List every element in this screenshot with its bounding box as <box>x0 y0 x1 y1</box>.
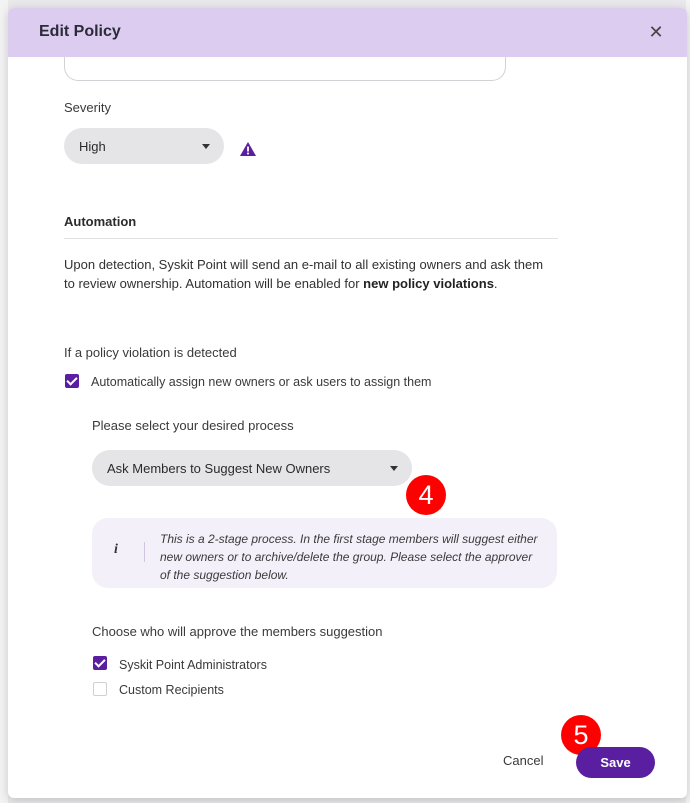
approver-label: Choose who will approve the members sugg… <box>92 624 383 639</box>
approver-checkbox-admins[interactable] <box>93 656 107 670</box>
process-value: Ask Members to Suggest New Owners <box>107 461 331 476</box>
cancel-button[interactable]: Cancel <box>503 753 543 768</box>
violation-label: If a policy violation is detected <box>64 345 237 360</box>
dialog-header: Edit Policy ✕ <box>8 8 687 57</box>
description-bold-text: new policy violations <box>363 276 494 291</box>
approver-label-admins: Syskit Point Administrators <box>119 658 267 672</box>
description-end: . <box>493 276 498 291</box>
severity-label: Severity <box>64 100 111 115</box>
severity-value: High <box>79 139 106 154</box>
info-box: i This is a 2-stage process. In the firs… <box>92 518 557 588</box>
auto-assign-label: Automatically assign new owners or ask u… <box>91 375 432 389</box>
close-icon[interactable]: ✕ <box>647 23 665 41</box>
background-page-left <box>0 0 8 803</box>
chevron-down-icon <box>202 144 210 149</box>
auto-assign-checkbox[interactable] <box>65 374 79 388</box>
info-text: This is a 2-stage process. In the first … <box>160 532 538 582</box>
previous-input-field[interactable] <box>64 57 506 81</box>
chevron-down-icon <box>390 466 398 471</box>
approver-label-custom: Custom Recipients <box>119 683 224 697</box>
info-separator <box>144 542 145 562</box>
automation-title: Automation <box>64 214 137 229</box>
dialog-title: Edit Policy <box>39 23 121 40</box>
process-select[interactable]: Ask Members to Suggest New Owners <box>92 450 412 486</box>
severity-select[interactable]: High <box>64 128 224 164</box>
step-4-annotation: 4 <box>406 475 446 515</box>
section-divider <box>64 238 558 239</box>
warning-icon <box>240 142 256 156</box>
edit-policy-dialog: Edit Policy ✕ Severity High Automation U… <box>8 8 687 798</box>
info-icon: i <box>114 542 118 557</box>
process-label: Please select your desired process <box>92 418 294 433</box>
approver-checkbox-custom[interactable] <box>93 682 107 696</box>
automation-description: Upon detection, Syskit Point will send a… <box>64 255 546 293</box>
save-button[interactable]: Save <box>576 747 655 778</box>
